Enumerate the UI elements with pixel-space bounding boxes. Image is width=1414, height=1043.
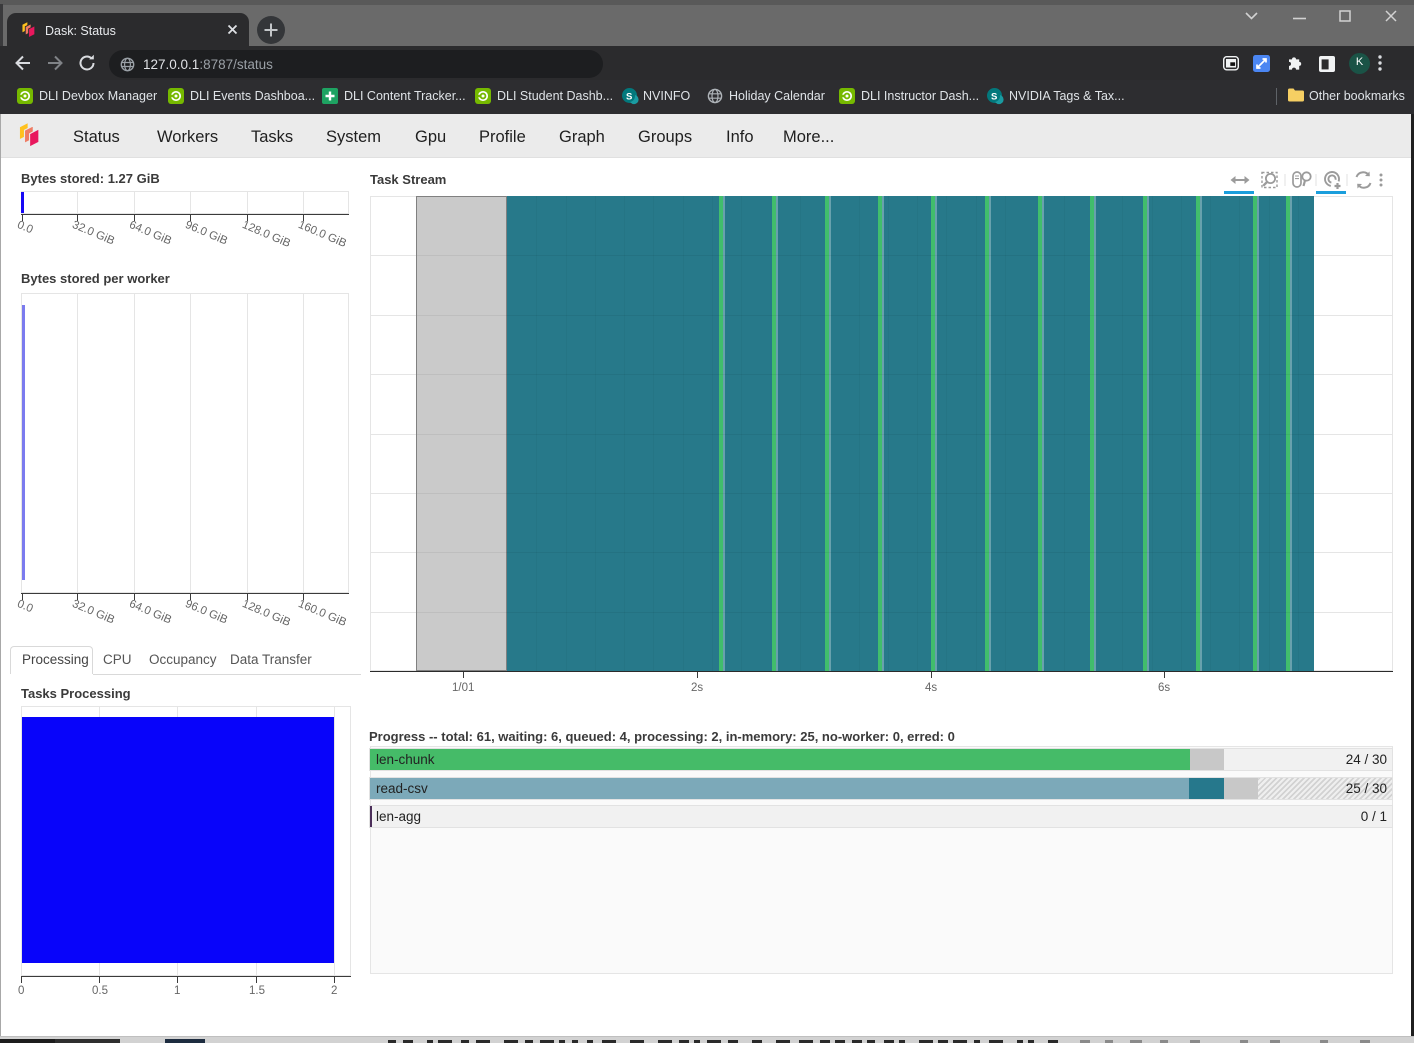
svg-text:S: S bbox=[626, 92, 632, 103]
svg-text:S: S bbox=[991, 92, 997, 103]
